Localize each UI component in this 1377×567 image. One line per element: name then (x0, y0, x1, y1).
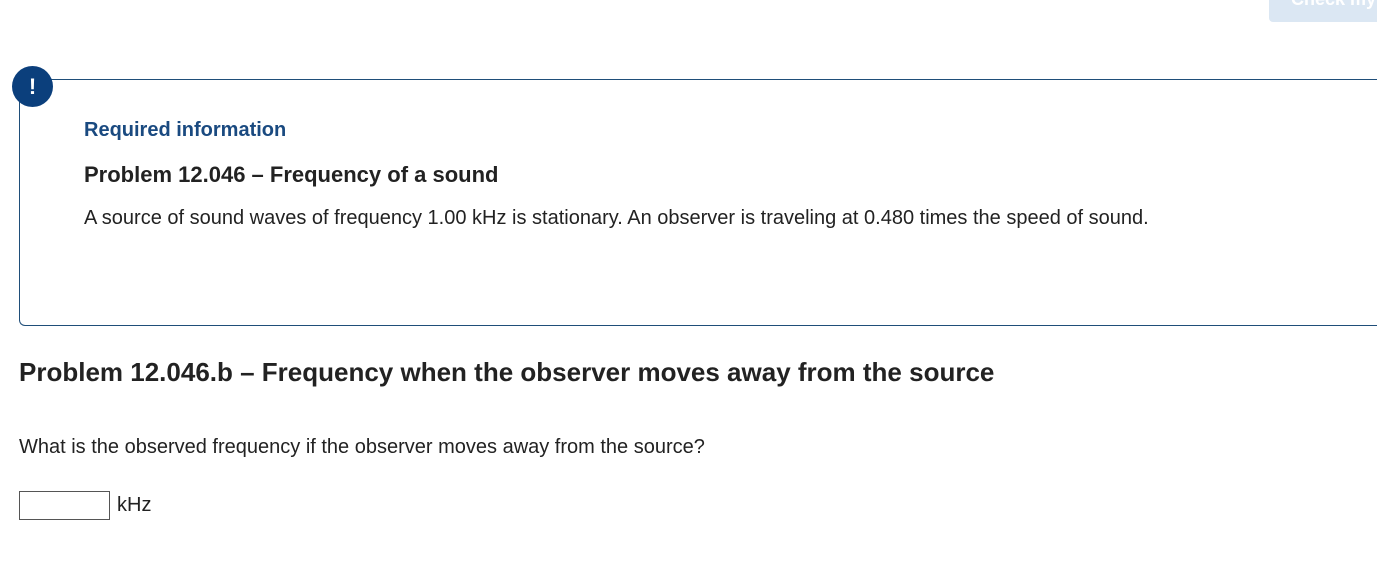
unit-label: kHz (117, 493, 152, 516)
answer-input[interactable] (19, 490, 110, 520)
page: Check my work ! Required information Pro… (0, 0, 1377, 567)
required-information-box: Required information Problem 12.046 – Fr… (19, 79, 1377, 326)
alert-icon: ! (12, 66, 53, 107)
required-information-heading: Required information (84, 119, 287, 141)
question-text: What is the observed frequency if the ob… (19, 436, 705, 458)
problem-statement: A source of sound waves of frequency 1.0… (84, 207, 1149, 229)
problem-title: Problem 12.046 – Frequency of a sound (84, 162, 499, 187)
answer-row: kHz (19, 490, 151, 520)
check-my-work-button[interactable]: Check my work (1269, 0, 1377, 22)
part-title: Problem 12.046.b – Frequency when the ob… (19, 357, 995, 387)
